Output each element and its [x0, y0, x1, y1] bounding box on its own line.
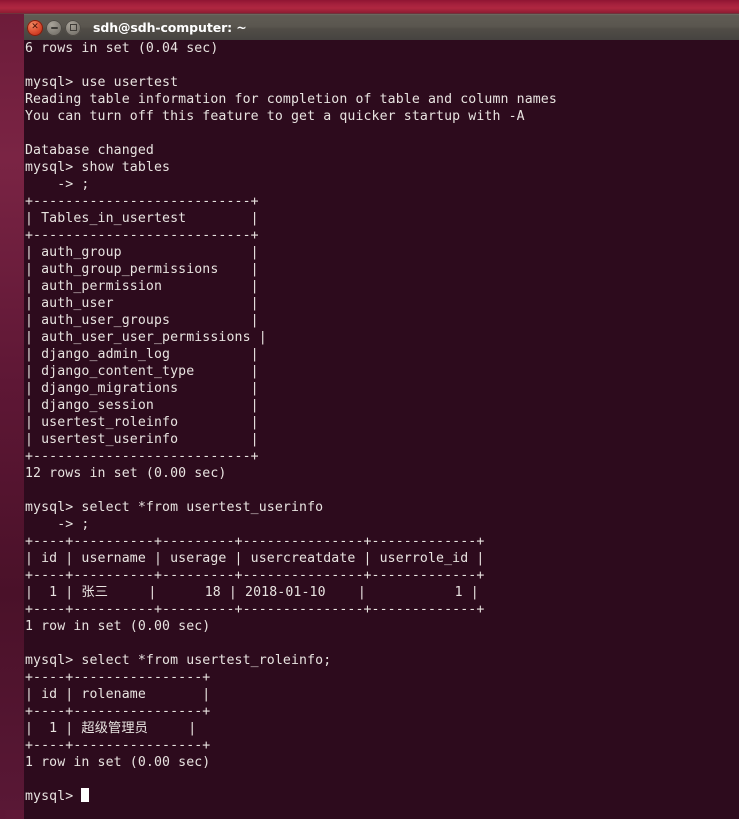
terminal-line: | auth_user |	[25, 296, 259, 311]
terminal-line: +---------------------------+	[25, 449, 259, 464]
terminal-line: | auth_user_user_permissions |	[25, 330, 267, 345]
terminal-line: mysql> select *from usertest_userinfo	[25, 500, 324, 515]
terminal-screen-output: 6 rows in set (0.04 sec) mysql> use usert…	[25, 40, 557, 805]
terminal-line: | auth_user_groups |	[25, 313, 259, 328]
terminal-line: | django_migrations |	[25, 381, 259, 396]
minimize-icon[interactable]	[46, 19, 62, 36]
terminal-line: | Tables_in_usertest |	[25, 211, 259, 226]
terminal-line: | django_admin_log |	[25, 347, 259, 362]
maximize-icon[interactable]	[65, 19, 81, 36]
terminal-line: | django_session |	[25, 398, 259, 413]
terminal-line: -> ;	[25, 517, 90, 532]
terminal-line: mysql> use usertest	[25, 75, 179, 90]
terminal-line: | usertest_userinfo |	[25, 432, 259, 447]
terminal-line: 1 row in set (0.00 sec)	[25, 755, 211, 770]
terminal-line: mysql> select *from usertest_roleinfo;	[25, 653, 332, 668]
terminal-line: | id | username | userage | usercreatdat…	[25, 551, 485, 566]
terminal-line: | usertest_roleinfo |	[25, 415, 259, 430]
terminal-line: +----+----------------+	[25, 704, 211, 719]
close-glyph: ✕	[31, 22, 39, 32]
terminal-line: +----+----------------+	[25, 738, 211, 753]
terminal-line: | django_content_type |	[25, 364, 259, 379]
terminal-line: +---------------------------+	[25, 194, 259, 209]
terminal-line: 12 rows in set (0.00 sec)	[25, 466, 227, 481]
terminal-line: You can turn off this feature to get a q…	[25, 109, 525, 124]
terminal-line: 6 rows in set (0.04 sec)	[25, 41, 219, 56]
terminal-line: +----+----------+---------+-------------…	[25, 534, 485, 549]
terminal-line: mysql>	[25, 788, 557, 805]
terminal-line: | id | rolename |	[25, 687, 211, 702]
terminal-line: +----+----------+---------+-------------…	[25, 568, 485, 583]
terminal-line: 1 row in set (0.00 sec)	[25, 619, 211, 634]
terminal-line: | 1 | 张三 | 18 | 2018-01-10 | 1 |	[25, 585, 479, 600]
terminal-line: +----+----------------+	[25, 670, 211, 685]
desktop-wallpaper-left-strip	[0, 14, 24, 819]
terminal-line: +----+----------+---------+-------------…	[25, 602, 485, 617]
minimize-glyph	[46, 20, 62, 36]
terminal-window: ✕ sdh@sdh-computer: ~ 6 rows in set (0.0…	[24, 14, 739, 819]
terminal-line: | 1 | 超级管理员 |	[25, 721, 197, 736]
terminal-line: Reading table information for completion…	[25, 92, 557, 107]
terminal-line: | auth_group_permissions |	[25, 262, 259, 277]
terminal-viewport[interactable]: 6 rows in set (0.04 sec) mysql> use usert…	[24, 40, 739, 819]
window-title: sdh@sdh-computer: ~	[93, 20, 247, 35]
close-icon[interactable]: ✕	[27, 19, 43, 36]
terminal-line: -> ;	[25, 177, 90, 192]
terminal-line: Database changed	[25, 143, 154, 158]
terminal-line: | auth_permission |	[25, 279, 259, 294]
window-titlebar[interactable]: ✕ sdh@sdh-computer: ~	[24, 14, 739, 40]
terminal-line: | auth_group |	[25, 245, 259, 260]
terminal-line: +---------------------------+	[25, 228, 259, 243]
terminal-line: mysql> show tables	[25, 160, 171, 175]
text-cursor	[81, 788, 90, 802]
maximize-glyph	[65, 20, 81, 36]
